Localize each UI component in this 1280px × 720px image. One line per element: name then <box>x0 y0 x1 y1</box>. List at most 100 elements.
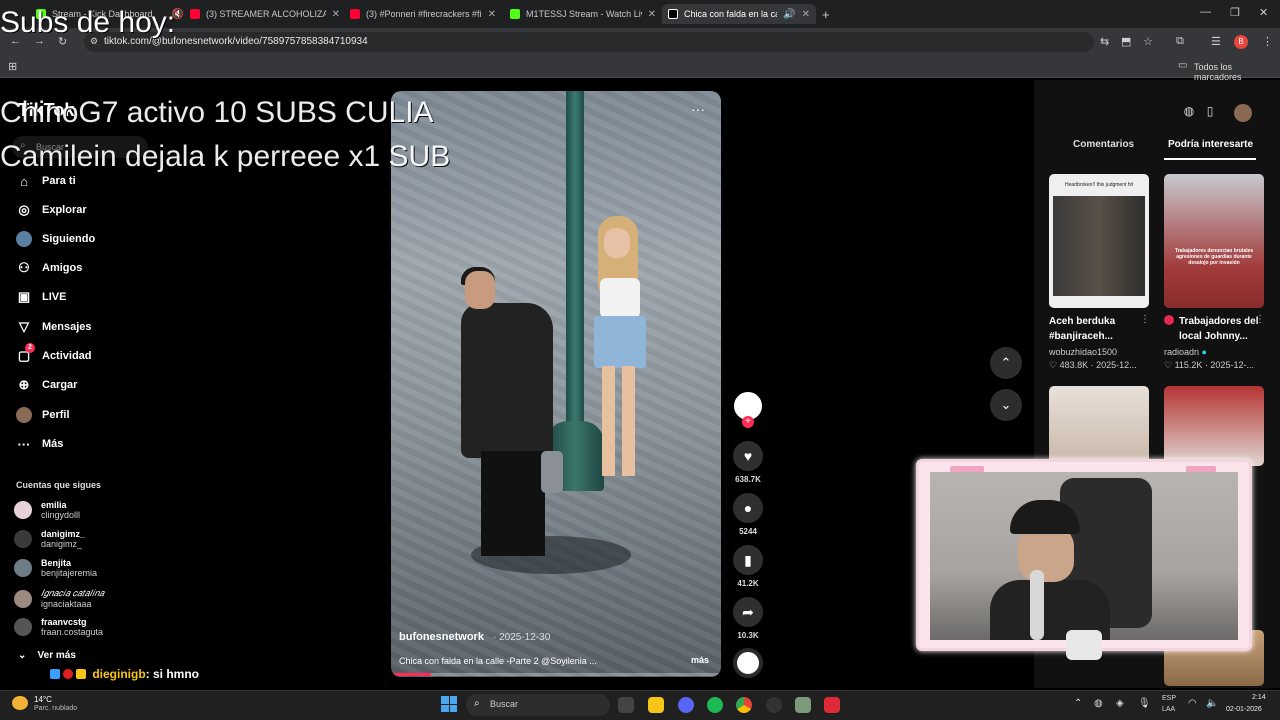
tab-audio-icon[interactable]: 🔊 <box>783 9 795 20</box>
tray-microphone-icon[interactable]: 🎙 <box>1138 698 1151 709</box>
recommended-stats: ♡ 115.2K · 2025-12-... <box>1164 360 1254 370</box>
clock-date[interactable]: 02-01-2026 <box>1226 706 1262 713</box>
next-video-button[interactable]: ⌄ <box>990 389 1022 421</box>
tray-app-icon[interactable]: ◈ <box>1116 698 1124 709</box>
following-account[interactable]: emilia clingydolll <box>14 500 80 520</box>
nav-perfil[interactable]: Perfil <box>16 405 70 425</box>
nav-actividad[interactable]: ▢ 2 Actividad <box>16 343 92 366</box>
weather-temperature[interactable]: 14°C <box>34 695 52 704</box>
comment-button[interactable]: ● 5244 <box>732 493 764 536</box>
clock-time[interactable]: 2:14 <box>1252 694 1266 701</box>
tray-app-icon[interactable]: ◍ <box>1094 698 1103 709</box>
recommended-title-text: Trabajadores del local Johnny... <box>1179 316 1259 342</box>
tab-close-icon[interactable]: ✕ <box>648 9 656 20</box>
keyboard-layout[interactable]: LAA <box>1162 706 1175 713</box>
tab-close-icon[interactable]: ✕ <box>802 9 810 20</box>
new-tab-button[interactable]: + <box>822 4 836 24</box>
recommended-user[interactable]: wobuzhidao1500 <box>1049 347 1117 357</box>
chevron-down-icon: ⌄ <box>18 650 27 661</box>
obs-icon[interactable] <box>766 697 782 713</box>
subs-overlay-title: Subs de hoy: <box>0 6 176 39</box>
app-icon[interactable] <box>795 697 811 713</box>
extensions-icon[interactable]: ⧉ <box>1176 35 1184 48</box>
taskbar-search-placeholder: Buscar <box>490 699 519 709</box>
following-account[interactable]: danigimz_ danigimz_ <box>14 529 85 549</box>
browser-profile-avatar[interactable]: B <box>1234 35 1248 49</box>
all-bookmarks-link[interactable]: Todos los marcadores <box>1194 62 1280 82</box>
recommended-thumbnail[interactable]: Heartbroken!! this judgment hit <box>1049 174 1149 308</box>
account-handle: ignaciaktaaa <box>41 599 92 609</box>
install-app-icon[interactable]: ⬒ <box>1121 35 1131 48</box>
music-disc-icon[interactable] <box>733 648 763 678</box>
bookmark-star-icon[interactable]: ☆ <box>1143 35 1153 48</box>
recommended-thumbnail[interactable] <box>1164 386 1264 466</box>
follow-plus-icon[interactable]: + <box>742 416 754 428</box>
reading-list-icon[interactable]: ☰ <box>1211 35 1221 48</box>
spotify-icon[interactable] <box>707 697 723 713</box>
discord-icon[interactable] <box>678 697 694 713</box>
wifi-icon[interactable]: ◠ <box>1188 698 1197 709</box>
translate-icon[interactable]: ⇆ <box>1100 35 1109 48</box>
recommended-thumbnail[interactable]: Trabajadores denuncian brutales agresion… <box>1164 174 1264 308</box>
windows-start-icon[interactable] <box>441 696 457 712</box>
volume-icon[interactable]: 🔈 <box>1206 698 1218 709</box>
browser-tab-kick-2[interactable]: M1TESSJ Stream - Watch Live o ✕ <box>510 4 656 24</box>
recommended-title[interactable]: Trabajadores del local Johnny... <box>1164 314 1260 344</box>
coin-icon[interactable]: ◍ <box>1180 104 1198 122</box>
weather-cloud-sun-icon[interactable] <box>12 696 28 710</box>
video-player[interactable]: ··· bufonesnetwork · 2025-12-30 Chica co… <box>391 91 721 677</box>
save-button[interactable]: ▮ 41.2K <box>732 545 764 588</box>
phone-app-icon[interactable]: ▯ <box>1201 104 1219 122</box>
apps-grid-icon[interactable]: ⊞ <box>8 60 17 73</box>
following-account[interactable]: 𝐼𝑔𝑛𝑎𝑐𝑖𝑎 𝑐𝑎𝑡𝑎𝑙𝑖𝑛𝑎 ignaciaktaaa <box>14 588 104 609</box>
tray-chevron-up-icon[interactable]: ⌃ <box>1074 698 1082 709</box>
save-count: 41.2K <box>737 579 759 588</box>
browser-tab-youtube-1[interactable]: (3) STREAMER ALCOHOLIZADO ✕ <box>190 4 340 24</box>
tab-podria-interesarte[interactable]: Podría interesarte <box>1168 139 1253 150</box>
video-author[interactable]: bufonesnetwork <box>399 631 484 643</box>
like-button[interactable]: ♥ 638.7K <box>732 441 764 484</box>
streaming-app-icon[interactable] <box>824 697 840 713</box>
browser-menu-icon[interactable]: ⋮ <box>1262 35 1273 48</box>
chrome-icon[interactable] <box>736 697 752 713</box>
nav-explorar[interactable]: ◎ Explorar <box>16 200 86 220</box>
address-bar[interactable]: ⚙ tiktok.com/@bufonesnetwork/video/75897… <box>84 32 1094 52</box>
nav-mensajes[interactable]: ▽ Mensajes <box>16 317 92 337</box>
file-explorer-icon[interactable] <box>648 697 664 713</box>
tab-close-icon[interactable]: ✕ <box>332 9 340 20</box>
browser-tab-youtube-2[interactable]: (3) #Ponneri #firecrackers #fire ✕ <box>350 4 496 24</box>
share-button[interactable]: ➦ 10.3K <box>732 597 764 640</box>
see-more-following[interactable]: ⌄ Ver más <box>18 650 76 661</box>
chat-username: dieginigb <box>92 667 146 681</box>
card-menu-icon[interactable]: ⋮ <box>1255 314 1265 325</box>
tab-comentarios[interactable]: Comentarios <box>1073 139 1134 150</box>
nav-live[interactable]: ▣ LIVE <box>16 287 67 307</box>
following-account[interactable]: Benjita benjitajeremia <box>14 558 97 578</box>
recommended-thumbnail[interactable] <box>1049 386 1149 466</box>
tab-close-icon[interactable]: ✕ <box>488 9 496 20</box>
caption-more-link[interactable]: más <box>691 655 709 665</box>
video-progress-bar[interactable] <box>391 673 721 676</box>
nav-mas[interactable]: ··· Más <box>16 434 64 454</box>
minimize-icon[interactable]: — <box>1200 6 1211 18</box>
following-account[interactable]: fraanvcstg fraan.costaguta <box>14 617 103 637</box>
restore-icon[interactable]: ❐ <box>1230 6 1240 19</box>
previous-video-button[interactable]: ⌃ <box>990 347 1022 379</box>
nav-amigos[interactable]: ⚇ Amigos <box>16 258 82 278</box>
following-accounts-title: Cuentas que sigues <box>16 480 102 490</box>
video-options-icon[interactable]: ··· <box>691 101 705 117</box>
keyboard-language[interactable]: ESP <box>1162 695 1176 702</box>
nav-para-ti[interactable]: ⌂ Para ti <box>16 171 76 191</box>
close-window-icon[interactable]: ✕ <box>1259 6 1268 19</box>
recommended-title[interactable]: Aceh berduka #banjiraceh... <box>1049 314 1145 344</box>
taskbar-search[interactable]: ⌕ Buscar <box>466 694 610 716</box>
card-menu-icon[interactable]: ⋮ <box>1140 314 1150 325</box>
user-avatar[interactable] <box>1234 104 1252 122</box>
browser-tab-tiktok[interactable]: Chica con falda en la calle 🔊 ✕ <box>662 4 816 24</box>
task-view-icon[interactable] <box>618 697 634 713</box>
nav-cargar[interactable]: ⊕ Cargar <box>16 375 78 395</box>
nav-siguiendo[interactable]: Siguiendo <box>16 229 95 249</box>
recommended-user[interactable]: radioadn ● <box>1164 347 1207 357</box>
comment-count: 5244 <box>739 527 757 536</box>
folder-icon: ▭ <box>1178 60 1188 71</box>
